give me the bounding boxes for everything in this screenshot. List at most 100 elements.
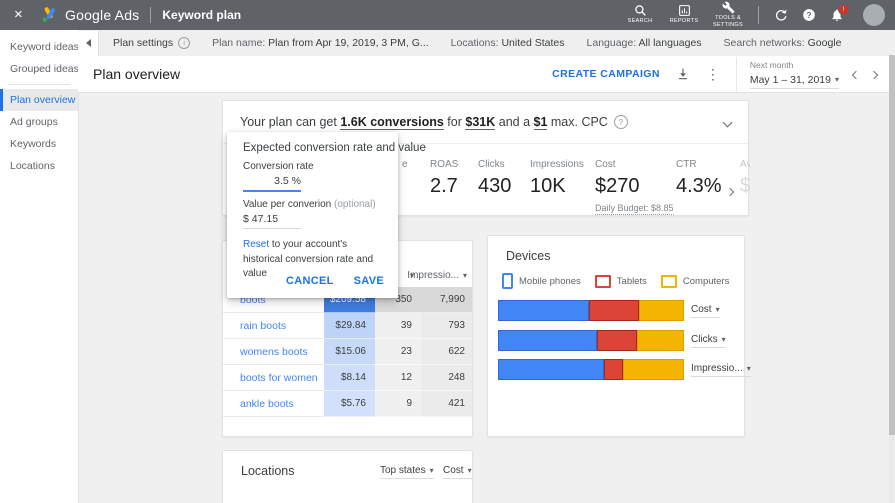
refresh-button[interactable]	[767, 8, 795, 22]
conversion-rate-popup: Expected conversion rate and value Conve…	[227, 132, 426, 298]
conversion-rate-input[interactable]: 3.5 %	[243, 175, 301, 192]
sidebar-item-grouped-ideas[interactable]: Grouped ideas	[0, 58, 79, 80]
reset-link[interactable]: Reset	[243, 239, 269, 250]
bar-segment-mobile	[498, 330, 597, 351]
download-icon	[678, 68, 687, 80]
cost-editable-value[interactable]: $31K	[465, 115, 496, 130]
sidebar-item-keyword-ideas[interactable]: Keyword ideas	[0, 36, 79, 58]
metric-cost: Cost $270 Daily Budget: $8.85	[595, 159, 674, 215]
google-ads-keyword-plan-screen: Google Ads Keyword plan SEARCH REPORTS	[0, 0, 895, 503]
impressions-cell: 793	[421, 313, 472, 339]
cost-cell: $29.84	[324, 313, 375, 339]
metric-ctr: CTR 4.3%	[676, 159, 722, 197]
scrollbar-thumb[interactable]	[889, 55, 895, 435]
keyword-link[interactable]: boots for women	[223, 365, 324, 391]
value-per-conversion-input[interactable]: $ 47.15	[243, 213, 301, 229]
sidebar-item-locations[interactable]: Locations	[0, 155, 78, 177]
chevron-down-icon	[463, 271, 467, 280]
more-options-button[interactable]	[706, 66, 720, 83]
clipped-next-metric: Av $	[740, 159, 750, 197]
devices-bar-impressions	[498, 359, 684, 380]
download-button[interactable]	[676, 67, 690, 81]
topbar-divider	[150, 7, 152, 23]
top-app-bar: Google Ads Keyword plan SEARCH REPORTS	[0, 0, 895, 30]
bar-metric-dropdown-cost[interactable]: Cost	[691, 304, 720, 318]
locations-setting[interactable]: Locations: United States	[451, 37, 565, 49]
chevron-down-icon	[468, 466, 472, 475]
account-avatar[interactable]	[863, 4, 885, 26]
date-range-preset-label: Next month	[749, 59, 794, 70]
clicks-cell: 23	[375, 339, 421, 365]
chevron-down-icon	[716, 305, 720, 314]
top-states-dropdown[interactable]: Top states	[380, 465, 434, 479]
cost-cell: $5.76	[324, 391, 375, 417]
plan-settings-button[interactable]: Plan settings i	[113, 37, 191, 49]
scroll-metrics-right-button[interactable]	[725, 182, 735, 200]
svg-text:?: ?	[807, 11, 812, 20]
create-campaign-button[interactable]: CREATE CAMPAIGN	[552, 68, 660, 80]
bar-chart-icon	[678, 5, 690, 17]
bar-segment-mobile	[498, 300, 590, 321]
impressions-column-header[interactable]: Impressio...	[407, 263, 472, 287]
collapse-card-button[interactable]	[722, 113, 733, 131]
sidebar-item-keywords[interactable]: Keywords	[0, 133, 78, 155]
cancel-button[interactable]: CANCEL	[286, 275, 334, 287]
daily-budget-value[interactable]: Daily Budget: $8.85	[595, 203, 674, 215]
cost-cell: $8.14	[324, 365, 375, 391]
notifications-button[interactable]: !	[823, 4, 851, 22]
topbar-divider	[758, 6, 759, 24]
chevron-down-icon	[835, 75, 839, 84]
bar-metric-dropdown-impressions[interactable]: Impressio...	[691, 363, 751, 377]
topbar-page-title: Keyword plan	[162, 8, 242, 22]
chevron-down-icon	[747, 364, 751, 373]
bar-metric-dropdown-clicks[interactable]: Clicks	[691, 334, 726, 348]
conversion-rate-label: Conversion rate	[243, 161, 314, 172]
max-cpc-editable-value[interactable]: $1	[533, 115, 548, 130]
devices-bar-cost	[498, 300, 684, 321]
devices-legend: Mobile phones Tablets Computers	[502, 273, 743, 289]
metric-roas: ROAS 2.7	[430, 159, 459, 197]
conversions-editable-value[interactable]: 1.6K conversions	[340, 115, 444, 130]
locations-title: Locations	[241, 464, 295, 478]
mobile-phone-icon	[502, 273, 513, 289]
previous-period-button[interactable]	[851, 65, 861, 83]
bar-segment-computer	[639, 300, 684, 321]
keyword-link[interactable]: womens boots	[223, 339, 324, 365]
reports-nav-button[interactable]: REPORTS	[662, 4, 706, 25]
search-nav-button[interactable]: SEARCH	[618, 4, 662, 25]
impressions-cell: 248	[421, 365, 472, 391]
locations-metric-dropdown[interactable]: Cost	[443, 465, 472, 479]
clicks-cell: 12	[375, 365, 421, 391]
sidebar-item-ad-groups[interactable]: Ad groups	[0, 111, 78, 133]
sidebar-item-plan-overview[interactable]: Plan overview	[0, 89, 78, 111]
plan-settings-bar: Plan settings i Plan name: Plan from Apr…	[78, 30, 889, 57]
brand-name: Google Ads	[65, 7, 140, 23]
keyword-link[interactable]: ankle boots	[223, 391, 324, 417]
google-ads-logo	[40, 6, 58, 24]
metric-impressions: Impressions 10K	[530, 159, 584, 197]
tablet-icon	[594, 274, 611, 288]
search-networks-setting[interactable]: Search networks: Google	[724, 37, 842, 49]
sidebar: Keyword ideas Grouped ideas Plan overvie…	[0, 30, 79, 503]
date-range-picker[interactable]: Next month May 1 – 31, 2019	[735, 56, 839, 92]
bar-segment-mobile	[498, 359, 605, 380]
plan-name-setting[interactable]: Plan name: Plan from Apr 19, 2019, 3 PM,…	[212, 37, 429, 49]
help-circle-icon[interactable]: ?	[613, 115, 628, 129]
impressions-cell: 622	[421, 339, 472, 365]
back-arrow-icon	[85, 39, 91, 47]
collapse-panel-button[interactable]	[78, 30, 99, 56]
vertical-scrollbar[interactable]	[889, 55, 895, 503]
wrench-icon	[722, 1, 734, 14]
save-button[interactable]: SAVE	[354, 275, 384, 287]
help-button[interactable]: ?	[795, 8, 823, 22]
devices-bar-clicks	[498, 330, 684, 351]
date-range-value: May 1 – 31, 2019	[749, 74, 839, 89]
metric-clicks: Clicks 430	[478, 159, 512, 197]
close-icon[interactable]	[14, 0, 30, 30]
language-setting[interactable]: Language: All languages	[587, 37, 702, 49]
tools-settings-nav-button[interactable]: TOOLS & SETTINGS	[706, 1, 750, 29]
cost-cell: $15.06	[324, 339, 375, 365]
next-period-button[interactable]	[869, 65, 879, 83]
page-title: Plan overview	[93, 66, 181, 82]
keyword-link[interactable]: rain boots	[223, 313, 324, 339]
